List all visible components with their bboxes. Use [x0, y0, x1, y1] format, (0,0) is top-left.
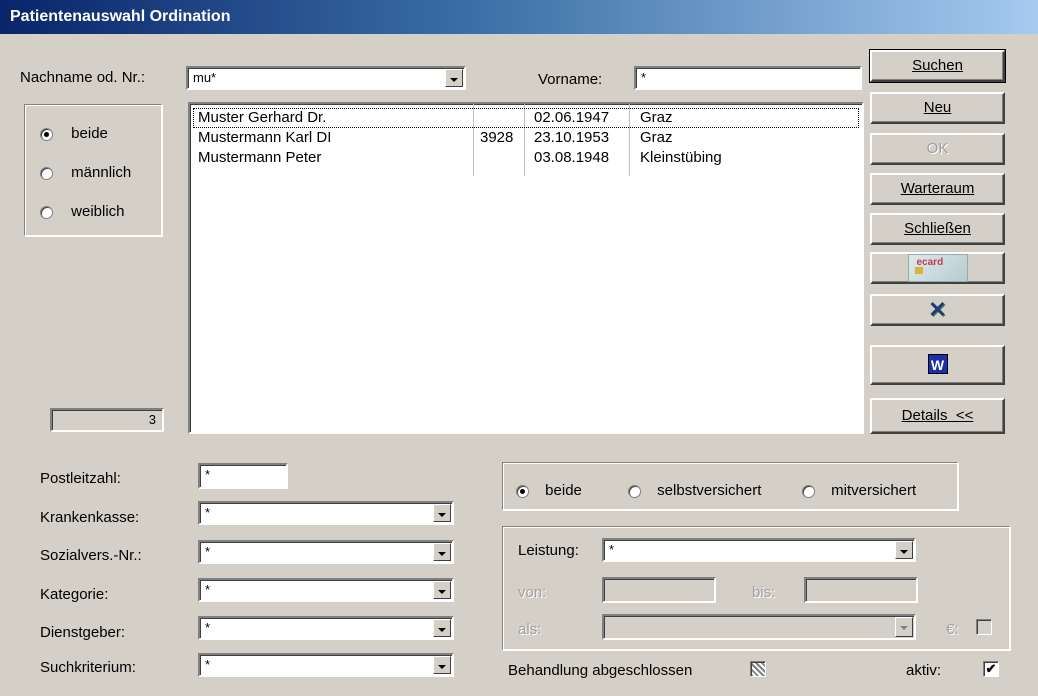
word-export-button[interactable]: W	[870, 345, 1005, 385]
waiting-room-button[interactable]: Warteraum	[870, 173, 1005, 205]
patient-list[interactable]: Muster Gerhard Dr. 02.06.1947 Graz Muste…	[188, 102, 864, 434]
close-button[interactable]: Schließen	[870, 213, 1005, 245]
chevron-down-icon[interactable]	[433, 619, 451, 637]
lastname-combobox[interactable]: mu*	[186, 66, 466, 90]
social-security-label: Sozialvers.-Nr.:	[40, 547, 142, 564]
checkmark-icon: ✔	[985, 661, 997, 676]
to-input[interactable]	[804, 577, 918, 603]
postcode-label: Postleitzahl:	[40, 470, 121, 487]
result-count: 3	[50, 408, 164, 432]
as-label: als:	[518, 621, 542, 638]
gender-option-beide[interactable]: beide	[40, 124, 108, 144]
health-insurance-combobox[interactable]: *	[198, 501, 454, 525]
ok-button[interactable]: OK	[870, 133, 1005, 165]
health-insurance-label: Krankenkasse:	[40, 509, 140, 526]
ecard-button[interactable]: ecard	[870, 252, 1005, 284]
ecard-icon: ecard	[907, 254, 968, 282]
firstname-input[interactable]: *	[634, 66, 862, 90]
chevron-down-icon[interactable]	[433, 656, 451, 674]
title-bar: Patientenauswahl Ordination	[0, 0, 1038, 34]
firstname-value: *	[641, 70, 647, 85]
insurance-option-beide[interactable]: beide	[516, 481, 582, 501]
gender-option-maennlich[interactable]: männlich	[40, 163, 131, 183]
service-label: Leistung:	[518, 542, 579, 559]
window-title: Patientenauswahl Ordination	[10, 8, 231, 25]
postcode-input[interactable]: *	[198, 463, 288, 489]
radio-icon[interactable]	[40, 166, 53, 180]
firstname-label: Vorname:	[538, 71, 603, 88]
chevron-down-icon[interactable]	[445, 69, 463, 87]
euro-checkbox[interactable]	[976, 619, 992, 635]
active-label: aktiv:	[906, 662, 942, 679]
employer-label: Dienstgeber:	[40, 624, 126, 641]
table-row[interactable]: Mustermann Karl DI 3928 23.10.1953 Graz	[194, 129, 858, 147]
radio-icon[interactable]	[802, 484, 815, 498]
radio-icon[interactable]	[628, 484, 641, 498]
details-toggle-button[interactable]: Details <<	[870, 398, 1005, 434]
as-combobox[interactable]	[602, 614, 916, 640]
from-input[interactable]	[602, 577, 716, 603]
search-criterion-label: Suchkriterium:	[40, 659, 136, 676]
gender-option-weiblich[interactable]: weiblich	[40, 202, 125, 222]
radio-icon[interactable]	[40, 205, 53, 219]
new-button[interactable]: Neu	[870, 92, 1005, 124]
active-checkbox[interactable]: ✔	[983, 661, 999, 677]
euro-label: €:	[946, 621, 959, 638]
lastname-value: mu*	[193, 70, 217, 85]
table-row[interactable]: Mustermann Peter 03.08.1948 Kleinstübing	[194, 149, 858, 167]
social-security-combobox[interactable]: *	[198, 540, 454, 564]
insurance-option-co[interactable]: mitversichert	[802, 481, 916, 501]
lastname-label: Nachname od. Nr.:	[20, 69, 146, 86]
insurance-option-self[interactable]: selbstversichert	[628, 481, 761, 501]
radio-icon[interactable]	[516, 484, 529, 498]
radio-icon[interactable]	[40, 127, 53, 141]
to-label: bis:	[752, 584, 776, 601]
chevron-down-icon[interactable]	[895, 617, 913, 637]
chevron-down-icon[interactable]	[895, 541, 913, 559]
excel-export-button[interactable]: ✕	[870, 294, 1005, 326]
search-button[interactable]: Suchen	[869, 49, 1006, 83]
excel-icon: ✕	[928, 297, 947, 322]
employer-combobox[interactable]: *	[198, 616, 454, 640]
service-combobox[interactable]: *	[602, 538, 916, 562]
chevron-down-icon[interactable]	[433, 504, 451, 522]
chevron-down-icon[interactable]	[433, 581, 451, 599]
from-label: von:	[518, 584, 547, 601]
treatment-finished-label: Behandlung abgeschlossen	[508, 662, 693, 679]
category-combobox[interactable]: *	[198, 578, 454, 602]
chevron-down-icon[interactable]	[433, 543, 451, 561]
treatment-finished-checkbox[interactable]	[750, 661, 766, 677]
category-label: Kategorie:	[40, 586, 109, 603]
search-criterion-combobox[interactable]: *	[198, 653, 454, 677]
table-row[interactable]: Muster Gerhard Dr. 02.06.1947 Graz	[193, 108, 859, 128]
word-icon: W	[927, 354, 948, 374]
